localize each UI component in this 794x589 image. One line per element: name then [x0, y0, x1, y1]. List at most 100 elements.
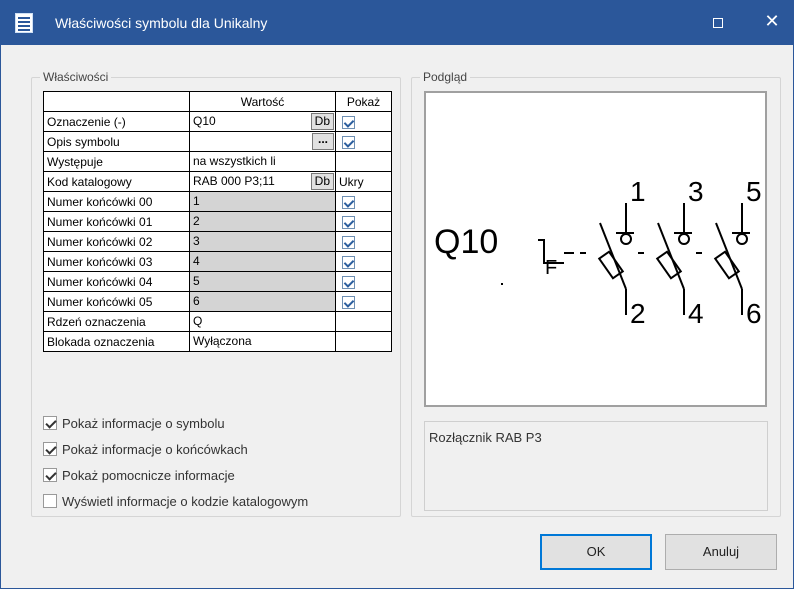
property-name: Numer końcówki 05 — [43, 291, 190, 312]
property-value-cell[interactable]: ... — [189, 131, 336, 152]
property-value: RAB 000 P3;11 — [193, 174, 275, 188]
checkbox-icon[interactable] — [43, 468, 57, 482]
property-show-cell[interactable] — [335, 331, 392, 352]
property-show-cell[interactable] — [335, 111, 392, 132]
property-show-cell[interactable] — [335, 151, 392, 172]
browse-button[interactable]: ... — [312, 133, 334, 150]
property-row[interactable]: Numer końcówki 04 5 — [43, 271, 392, 292]
property-name: Opis symbolu — [43, 131, 190, 152]
property-row[interactable]: Numer końcówki 01 2 — [43, 211, 392, 232]
checkbox-icon[interactable] — [43, 494, 57, 508]
option-show-auxiliary-info[interactable]: Pokaż pomocnicze informacje — [43, 467, 235, 485]
property-row[interactable]: Numer końcówki 05 6 — [43, 291, 392, 312]
property-show-cell[interactable] — [335, 291, 392, 312]
window-title: Właściwości symbolu dla Unikalny — [55, 15, 268, 31]
terminal-top-label: 3 — [688, 176, 704, 207]
show-checkbox-icon[interactable] — [342, 115, 355, 129]
property-show-cell[interactable] — [335, 131, 392, 152]
property-row[interactable]: Numer końcówki 03 4 — [43, 251, 392, 272]
property-value-cell[interactable]: Q10 Db — [189, 111, 336, 132]
property-show-cell[interactable] — [335, 231, 392, 252]
terminal-bottom-label: 2 — [630, 298, 646, 329]
property-show-cell[interactable] — [335, 211, 392, 232]
property-value: Q — [193, 314, 203, 328]
symbol-description: Rozłącznik RAB P3 — [424, 421, 768, 511]
database-button[interactable]: Db — [310, 113, 334, 130]
property-value-cell[interactable]: Q — [189, 311, 336, 332]
checkbox-icon[interactable] — [43, 442, 57, 456]
property-value-cell[interactable]: 2 — [189, 211, 336, 232]
show-checkbox-icon[interactable] — [342, 255, 355, 269]
show-checkbox-icon[interactable] — [342, 195, 355, 209]
property-value-cell[interactable]: na wszystkich li — [189, 151, 336, 172]
property-row[interactable]: Rdzeń oznaczenia Q — [43, 311, 392, 332]
properties-table: Wartość Pokaż Oznaczenie (-) Q10 Db Opis sy… — [43, 91, 392, 352]
title-bar: Właściwości symbolu dla Unikalny ✕ — [1, 1, 793, 45]
maximize-button[interactable] — [695, 1, 741, 45]
property-show-cell[interactable] — [335, 311, 392, 332]
property-show-cell[interactable] — [335, 271, 392, 292]
property-row[interactable]: Opis symbolu... — [43, 131, 392, 152]
disconnector-symbol-icon: Q10 F 1 2 3 4 5 6 — [434, 176, 762, 329]
option-label: Pokaż pomocnicze informacje — [62, 468, 235, 483]
property-value: 3 — [193, 234, 200, 248]
show-checkbox-icon[interactable] — [342, 295, 355, 309]
property-value: na wszystkich li — [193, 154, 276, 168]
dot-mark — [501, 283, 503, 285]
checkbox-icon[interactable] — [43, 416, 57, 430]
property-row[interactable]: Blokada oznaczenia Wyłączona — [43, 331, 392, 352]
property-show-cell[interactable] — [335, 251, 392, 272]
poles-group: 1 2 3 4 5 6 — [597, 176, 762, 329]
cancel-button[interactable]: Anuluj — [665, 534, 777, 570]
property-name: Numer końcówki 00 — [43, 191, 190, 212]
symbol-properties-dialog: Właściwości symbolu dla Unikalny ✕ Właśc… — [0, 0, 794, 589]
symbol-designation: Q10 — [434, 223, 498, 261]
ok-button[interactable]: OK — [540, 534, 652, 570]
preview-group-label: Podgląd — [420, 70, 471, 84]
property-name: Numer końcówki 02 — [43, 231, 190, 252]
property-show-cell[interactable]: Ukry — [335, 171, 392, 192]
property-row[interactable]: Numer końcówki 02 3 — [43, 231, 392, 252]
property-row[interactable]: Numer końcówki 00 1 — [43, 191, 392, 212]
switch-pole — [655, 203, 692, 315]
mechanical-link — [538, 239, 704, 264]
terminal-top-label: 5 — [746, 176, 762, 207]
property-value-cell[interactable]: 6 — [189, 291, 336, 312]
property-value-cell[interactable]: 4 — [189, 251, 336, 272]
show-checkbox-icon[interactable] — [342, 235, 355, 249]
option-label: Wyświetl informacje o kodzie katalogowym — [62, 494, 309, 509]
property-value: Wyłączona — [193, 334, 252, 348]
option-show-terminal-info[interactable]: Pokaż informacje o końcówkach — [43, 441, 248, 459]
option-show-catalog-info[interactable]: Wyświetl informacje o kodzie katalogowym — [43, 493, 308, 511]
close-button[interactable]: ✕ — [749, 1, 794, 45]
property-row[interactable]: Oznaczenie (-) Q10 Db — [43, 111, 392, 132]
properties-group-label: Właściwości — [40, 70, 112, 84]
property-value: 2 — [193, 214, 200, 228]
option-label: Pokaż informacje o końcówkach — [62, 442, 248, 457]
property-value-cell[interactable]: 1 — [189, 191, 336, 212]
property-name: Kod katalogowy — [43, 171, 190, 192]
property-name: Numer końcówki 01 — [43, 211, 190, 232]
close-icon: ✕ — [764, 11, 780, 31]
show-checkbox-icon[interactable] — [342, 135, 355, 149]
property-name: Rdzeń oznaczenia — [43, 311, 190, 332]
option-show-symbol-info[interactable]: Pokaż informacje o symbolu — [43, 415, 225, 433]
property-value-cell[interactable]: RAB 000 P3;11 Db — [189, 171, 336, 192]
database-button[interactable]: Db — [310, 173, 334, 190]
property-value-cell[interactable]: Wyłączona — [189, 331, 336, 352]
terminal-top-label: 1 — [630, 176, 646, 207]
header-name — [43, 91, 190, 112]
property-row[interactable]: Kod katalogowy RAB 000 P3;11 Db Ukry — [43, 171, 392, 192]
switch-pole — [597, 203, 634, 315]
show-checkbox-icon[interactable] — [342, 215, 355, 229]
property-value: 5 — [193, 274, 200, 288]
terminal-bottom-label: 4 — [688, 298, 704, 329]
header-show: Pokaż — [335, 91, 392, 112]
property-show-cell[interactable] — [335, 191, 392, 212]
property-value-cell[interactable]: 5 — [189, 271, 336, 292]
property-name: Blokada oznaczenia — [43, 331, 190, 352]
property-value-cell[interactable]: 3 — [189, 231, 336, 252]
property-value: Q10 — [193, 114, 216, 128]
show-checkbox-icon[interactable] — [342, 275, 355, 289]
property-row[interactable]: Występuje na wszystkich li — [43, 151, 392, 172]
